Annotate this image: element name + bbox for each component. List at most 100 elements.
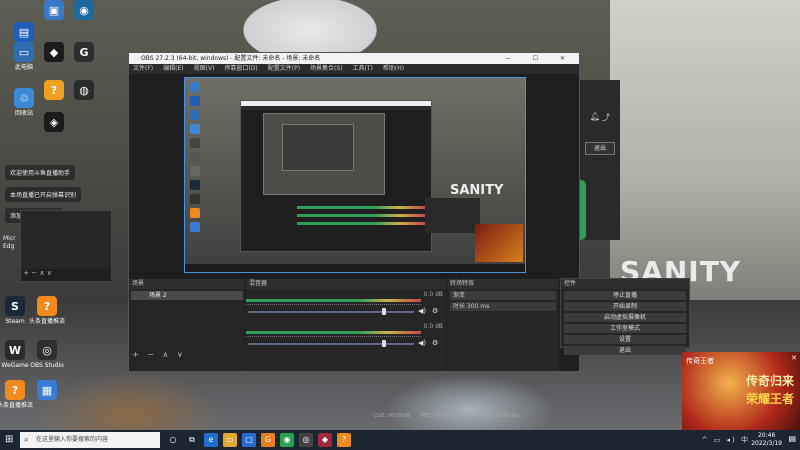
controls-header: 控件 (561, 279, 689, 289)
desktop-icon[interactable]: ◈ (33, 112, 75, 134)
level-meter (246, 331, 421, 334)
level-meter (246, 299, 421, 302)
status-cpu: CPU: 0.9%, 30.00 fps (466, 413, 520, 419)
taskbar-search-input[interactable]: ⌕ 在这里输入你要搜索的内容 (20, 432, 160, 448)
app-icon: ? (44, 80, 64, 100)
clock[interactable]: 20:46 2022/3/19 (751, 432, 782, 448)
control-button[interactable]: 工作室模式 (564, 324, 686, 333)
app-icon: ▤ (14, 22, 34, 42)
menu-item[interactable]: 停靠窗口(D) (224, 64, 257, 74)
taskbar-app-icon[interactable]: ◆ (318, 433, 332, 447)
app-icon: ♲ (14, 88, 34, 108)
volume-slider[interactable] (248, 311, 414, 313)
mixer-dock: 混音器 0.0 dB ◀) ⚙ 0.0 dB ◀) ⚙ (246, 279, 446, 371)
desktop-icon-label: 头条直播推流 (0, 402, 33, 409)
speaker-icon[interactable]: ◀) (418, 339, 426, 347)
nested-preview-2 (282, 124, 354, 171)
desktop-icon[interactable]: ▦ (26, 380, 68, 402)
control-button[interactable]: 退出 (564, 346, 686, 355)
clock-time: 20:46 (757, 432, 776, 439)
taskbar-app-icon[interactable]: ▭ (223, 433, 237, 447)
taskbar-app-icon[interactable]: ◉ (280, 433, 294, 447)
game-ad-popup[interactable]: 传奇王者 ✕ 传奇归来 荣耀王者 (682, 352, 800, 430)
speaker-icon[interactable]: ◀) (418, 307, 426, 315)
nested-obs-window (240, 100, 432, 252)
app-icon: W (5, 340, 25, 360)
taskbar-app-icon[interactable]: ⧉ (185, 433, 199, 447)
desktop-icon[interactable]: ▤ (3, 22, 45, 44)
menu-item[interactable]: 视图(V) (194, 64, 215, 74)
menu-item[interactable]: 帮助(H) (383, 64, 404, 74)
transition-select[interactable]: 渐变 (450, 291, 556, 300)
volume-knob[interactable] (382, 340, 387, 347)
share-icon[interactable]: ⤴ (602, 112, 610, 123)
close-icon[interactable]: ✕ (791, 354, 797, 362)
control-button[interactable]: 停止直播 (564, 291, 686, 300)
window-title: OBS 27.2.3 (64-bit, windows) - 配置文件: 未命名… (141, 55, 321, 62)
transitions-header: 转场特效 (447, 279, 559, 289)
bell-icon[interactable]: 🔔︎ (590, 112, 600, 121)
preview-taskbar (185, 264, 525, 272)
background-obs-panel: + − ∧ ∨ (20, 210, 112, 282)
taskbar-app-icon[interactable]: ? (337, 433, 351, 447)
partial-icon-label: Micr (3, 235, 16, 242)
preview-desktop-icons (187, 78, 213, 258)
desktop-icon-label: 头条直播推流 (28, 318, 65, 325)
control-button[interactable]: 开始录制 (564, 302, 686, 311)
volume-slider[interactable] (248, 343, 414, 345)
notification-1[interactable]: 欢迎使用斗鱼直播助手 (5, 165, 76, 180)
clock-date: 2022/3/19 (751, 440, 782, 447)
desktop-icon[interactable]: ◆ (33, 42, 75, 64)
desktop-icon[interactable]: ◉ (63, 0, 105, 22)
exit-button[interactable]: 退出 (585, 142, 615, 155)
taskbar-app-icon[interactable]: G (261, 433, 275, 447)
menu-item[interactable]: 场景集合(S) (310, 64, 343, 74)
obs-window: OBS 27.2.3 (64-bit, windows) - 配置文件: 未命名… (128, 52, 580, 419)
notification-2[interactable]: 本场直播已开启弹幕识别 (5, 187, 82, 202)
gear-icon[interactable]: ⚙ (432, 307, 438, 315)
transitions-dock: 转场特效 渐变 时长 300 ms (447, 279, 559, 371)
app-icon: ◍ (74, 80, 94, 100)
system-tray-icons[interactable]: ^ ▭ ◂) 中 (702, 435, 750, 445)
control-button[interactable]: 设置 (564, 335, 686, 344)
meter-ticks (246, 336, 421, 339)
mixer-header: 混音器 (246, 279, 446, 289)
menu-item[interactable]: 工具(T) (353, 64, 373, 74)
taskbar-app-icon[interactable]: ○ (166, 433, 180, 447)
menu-item[interactable]: 编辑(E) (163, 64, 183, 74)
taskbar-app-icon[interactable]: ◎ (299, 433, 313, 447)
meter-ticks (246, 304, 421, 307)
partial-icon-label-2: Edg (3, 243, 15, 250)
volume-knob[interactable] (382, 308, 387, 315)
app-icon: ▭ (14, 42, 34, 62)
app-icon: ? (5, 380, 25, 400)
menu-item[interactable]: 配置文件(P) (268, 64, 300, 74)
desktop-icon[interactable]: ◎ OBS Studio (26, 340, 68, 369)
search-icon: ⌕ (24, 435, 29, 444)
windows-start-icon[interactable]: ⊞ (5, 434, 13, 445)
scene-controls[interactable]: + − ∧ ∨ (132, 350, 186, 359)
channel-volume: 0.0 dB (423, 323, 443, 330)
taskbar: ⊞ ⌕ 在这里输入你要搜索的内容 ○ ⧉ e ▭ ▢ G ◉ ◎ ◆? ^ ▭ ◂) 中 20:… (0, 430, 800, 450)
mixer-channel: 0.0 dB ◀) ⚙ (246, 289, 446, 321)
transition-duration[interactable]: 时长 300 ms (450, 302, 556, 311)
chat-side-panel: 🔔︎ ⤴ 退出 (576, 80, 620, 240)
notification-center-icon[interactable]: ▤ (788, 434, 796, 443)
gear-icon[interactable]: ⚙ (432, 339, 438, 347)
app-icon: ◎ (37, 340, 57, 360)
scene-item[interactable]: 场景 2 (131, 291, 243, 300)
taskbar-app-icon[interactable]: e (204, 433, 218, 447)
control-button[interactable]: 启动虚拟摄像机 (564, 313, 686, 322)
desktop-icon[interactable]: ? 头条直播推流 (26, 296, 68, 325)
desktop-icon[interactable]: ◍ (63, 80, 105, 102)
obs-preview[interactable]: SANITY (184, 77, 526, 273)
window-controls[interactable]: — ☐ ✕ (505, 53, 575, 64)
desktop-icon-label: OBS Studio (30, 362, 64, 369)
ad-logo: 传奇王者 (686, 357, 714, 365)
menu-item[interactable]: 文件(F) (133, 64, 153, 74)
obs-title-bar[interactable]: OBS 27.2.3 (64-bit, windows) - 配置文件: 未命名… (129, 53, 579, 64)
taskbar-app-icon[interactable]: ▢ (242, 433, 256, 447)
ad-line-1: 传奇归来 (745, 374, 794, 388)
panel-controls: + − ∧ ∨ (21, 269, 111, 281)
app-icon: G (74, 42, 94, 62)
